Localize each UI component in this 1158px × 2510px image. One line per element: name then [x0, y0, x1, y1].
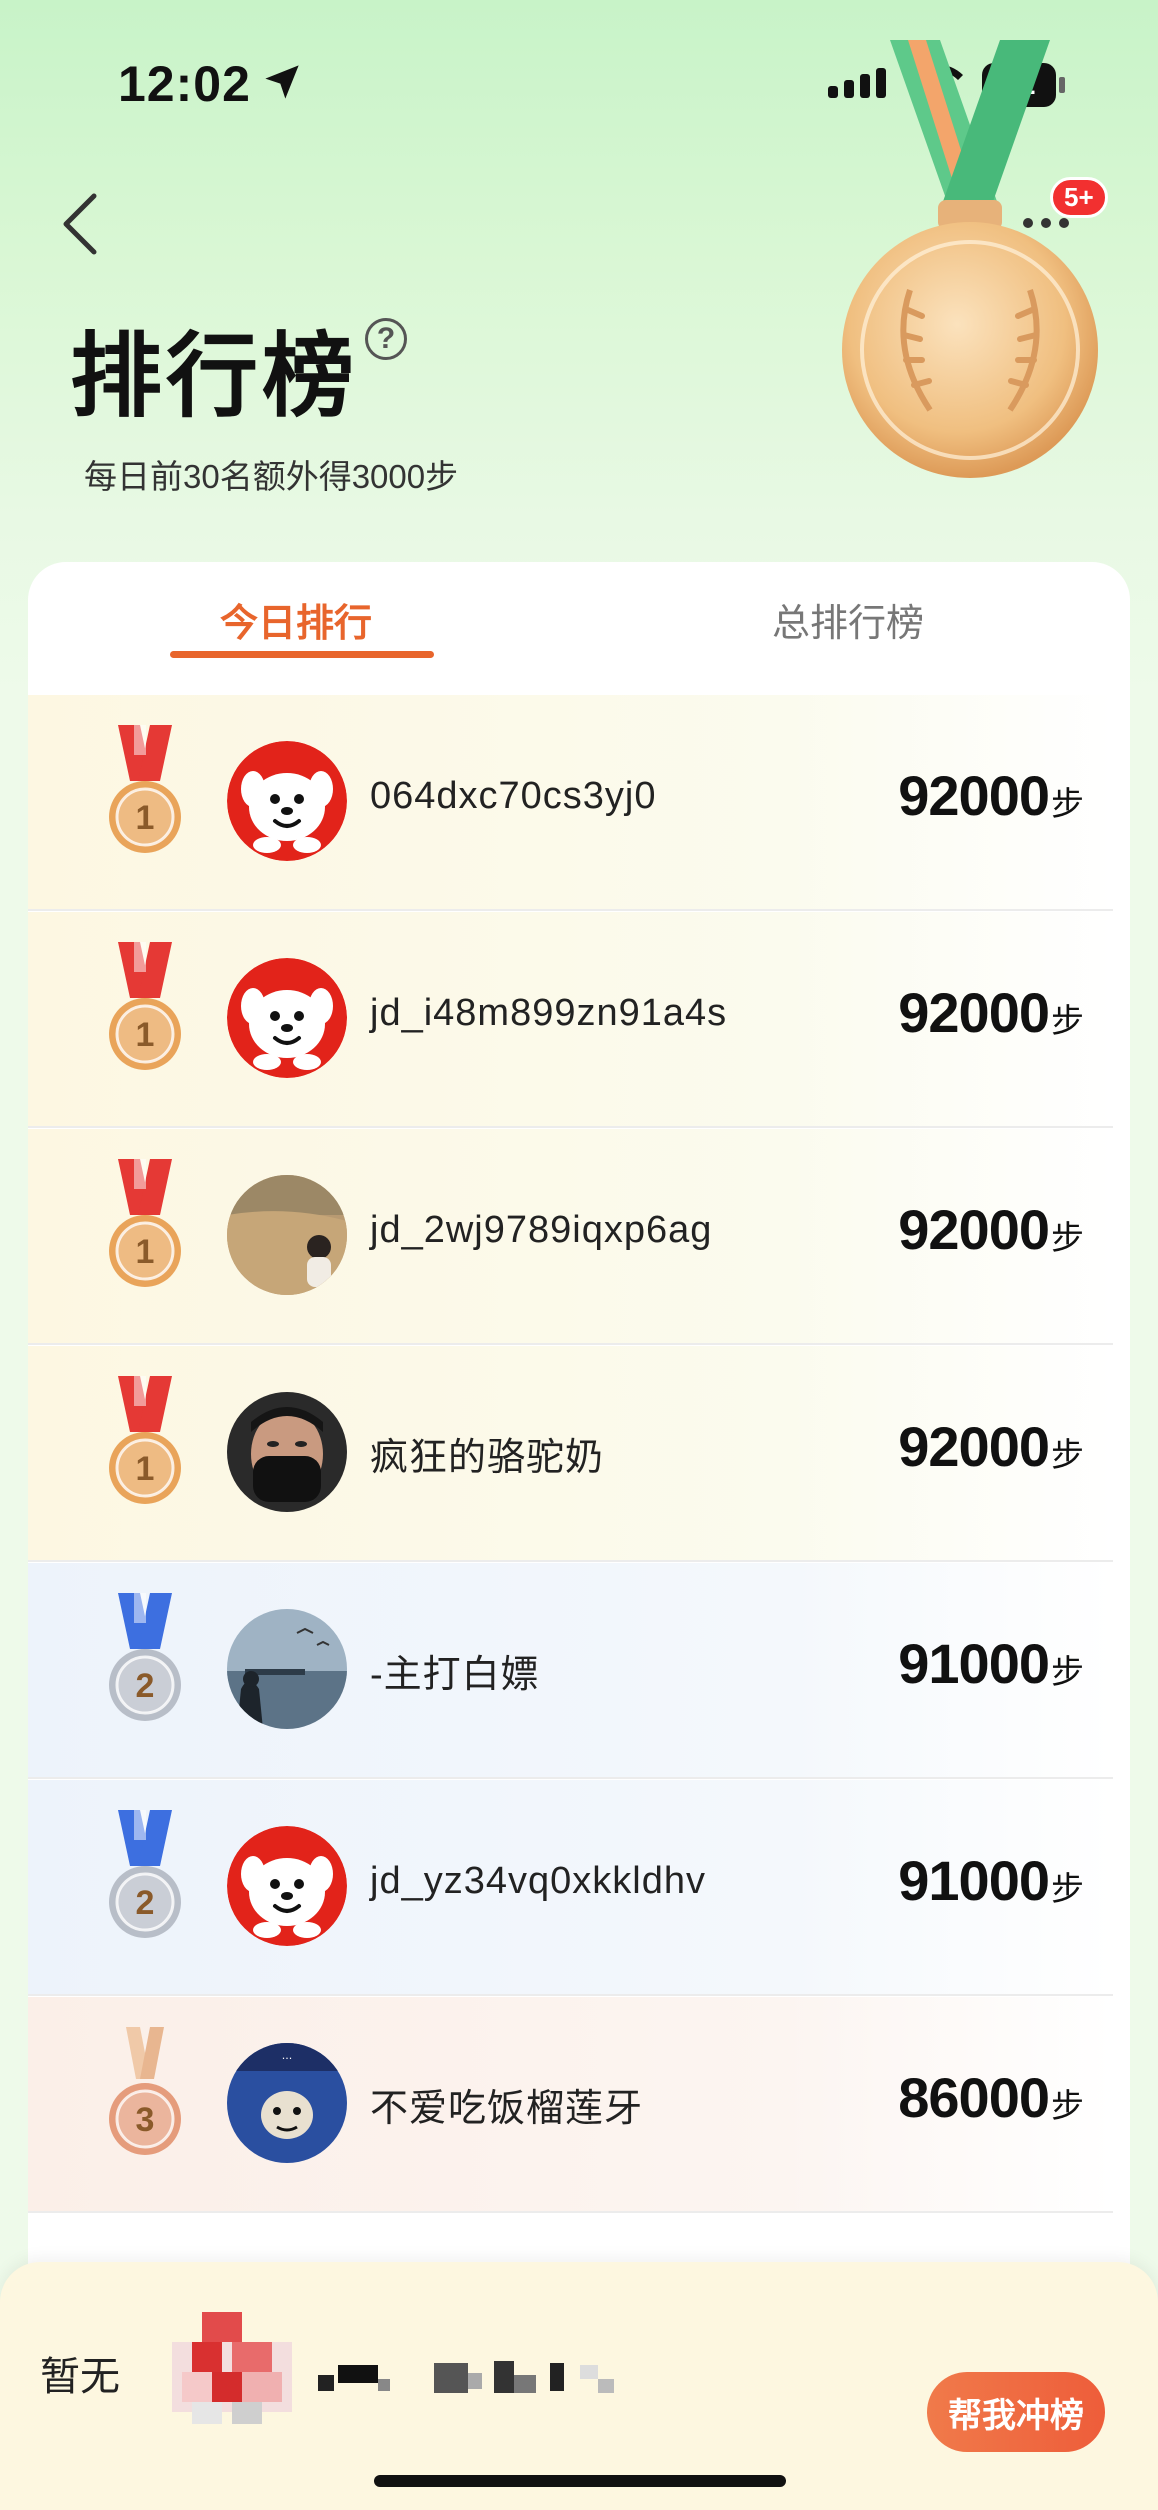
step-count: 86000步	[898, 2065, 1084, 2130]
step-unit: 步	[1051, 2087, 1084, 2124]
step-value: 92000	[898, 1415, 1050, 1478]
user-avatar[interactable]	[227, 1826, 347, 1946]
gold-medal-icon: 1	[100, 942, 190, 1092]
user-name: -主打白嫖	[370, 1654, 540, 1696]
step-value: 92000	[898, 981, 1050, 1044]
step-unit: 步	[1051, 1219, 1084, 1256]
silver-medal-icon: 2	[100, 1593, 190, 1743]
step-count: 92000步	[898, 1414, 1084, 1479]
step-value: 92000	[898, 764, 1050, 827]
tab-today-ranking[interactable]: 今日排行	[220, 592, 372, 647]
user-name: 疯狂的骆驼奶	[370, 1437, 605, 1479]
step-unit: 步	[1051, 1436, 1084, 1473]
user-name: 064dxc70cs3yj0	[370, 775, 657, 817]
user-name: jd_2wj9789iqxp6ag	[370, 1209, 713, 1251]
page-title: 排行榜	[70, 323, 359, 430]
tab-bar: 今日排行 总排行榜	[28, 562, 1130, 695]
help-icon[interactable]: ?	[365, 318, 407, 360]
bronze-medal-icon: 3	[100, 2027, 190, 2177]
user-avatar[interactable]	[227, 1392, 347, 1512]
leaderboard-row[interactable]: 3 ··· 不爱吃饭榴莲牙 86000步	[28, 1997, 1113, 2213]
leaderboard-row[interactable]: 2 -主打白嫖 91000步	[28, 1563, 1113, 1779]
step-count: 92000步	[898, 763, 1084, 828]
my-rank-bar: 暂无 帮我冲榜	[0, 2262, 1158, 2510]
step-unit: 步	[1051, 1870, 1084, 1907]
user-avatar[interactable]: ···	[227, 2043, 347, 2163]
user-avatar[interactable]	[227, 1175, 347, 1295]
my-name-redacted	[318, 2361, 614, 2393]
step-count: 91000步	[898, 1631, 1084, 1696]
svg-text:···: ···	[282, 2052, 293, 2065]
step-value: 92000	[898, 1198, 1050, 1261]
location-arrow-icon	[265, 65, 299, 99]
user-avatar[interactable]	[227, 741, 347, 861]
step-count: 91000步	[898, 1848, 1084, 1913]
leaderboard-row[interactable]: 1 疯狂的骆驼奶 92000步	[28, 1346, 1113, 1562]
step-unit: 步	[1051, 785, 1084, 822]
user-name: 不爱吃饭榴莲牙	[370, 2088, 644, 2130]
gold-medal-icon: 1	[100, 1159, 190, 1309]
active-tab-indicator	[170, 651, 434, 658]
svg-text:1: 1	[136, 1016, 155, 1054]
step-unit: 步	[1051, 1653, 1084, 1690]
leaderboard-card: 今日排行 总排行榜 1 064dxc70cs3yj0 92000步 1 jd_i48m8…	[28, 562, 1130, 2282]
leaderboard-row[interactable]: 1 jd_2wj9789iqxp6ag 92000步	[28, 1129, 1113, 1345]
svg-text:2: 2	[136, 1884, 155, 1922]
svg-text:1: 1	[136, 1450, 155, 1488]
my-rank-label: 暂无	[40, 2355, 120, 2399]
svg-text:2: 2	[136, 1667, 155, 1705]
svg-text:1: 1	[136, 799, 155, 837]
boost-ranking-button[interactable]: 帮我冲榜	[927, 2372, 1105, 2452]
user-name: jd_i48m899zn91a4s	[370, 992, 728, 1034]
step-value: 86000	[898, 2066, 1050, 2129]
silver-medal-icon: 2	[100, 1810, 190, 1960]
step-count: 92000步	[898, 1197, 1084, 1262]
leaderboard-row[interactable]: 1 jd_i48m899zn91a4s 92000步	[28, 912, 1113, 1128]
svg-text:3: 3	[136, 2101, 155, 2139]
notification-badge: 5+	[1050, 177, 1108, 218]
back-chevron-icon[interactable]	[58, 192, 102, 256]
step-value: 91000	[898, 1632, 1050, 1695]
gold-medal-decoration-icon	[842, 40, 1098, 478]
user-avatar[interactable]	[227, 1609, 347, 1729]
gold-medal-icon: 1	[100, 1376, 190, 1526]
my-avatar	[172, 2312, 292, 2424]
tab-total-ranking[interactable]: 总排行榜	[772, 592, 924, 647]
user-avatar[interactable]	[227, 958, 347, 1078]
gold-medal-icon: 1	[100, 725, 190, 875]
page-subtitle: 每日前30名额外得3000步	[84, 458, 459, 495]
step-unit: 步	[1051, 1002, 1084, 1039]
user-name: jd_yz34vq0xkkldhv	[370, 1860, 706, 1902]
home-indicator	[374, 2475, 786, 2487]
step-value: 91000	[898, 1849, 1050, 1912]
status-time: 12:02	[118, 56, 251, 112]
step-count: 92000步	[898, 980, 1084, 1045]
leaderboard-row[interactable]: 1 064dxc70cs3yj0 92000步	[28, 695, 1113, 911]
svg-text:1: 1	[136, 1233, 155, 1271]
leaderboard-row[interactable]: 2 jd_yz34vq0xkkldhv 91000步	[28, 1780, 1113, 1996]
